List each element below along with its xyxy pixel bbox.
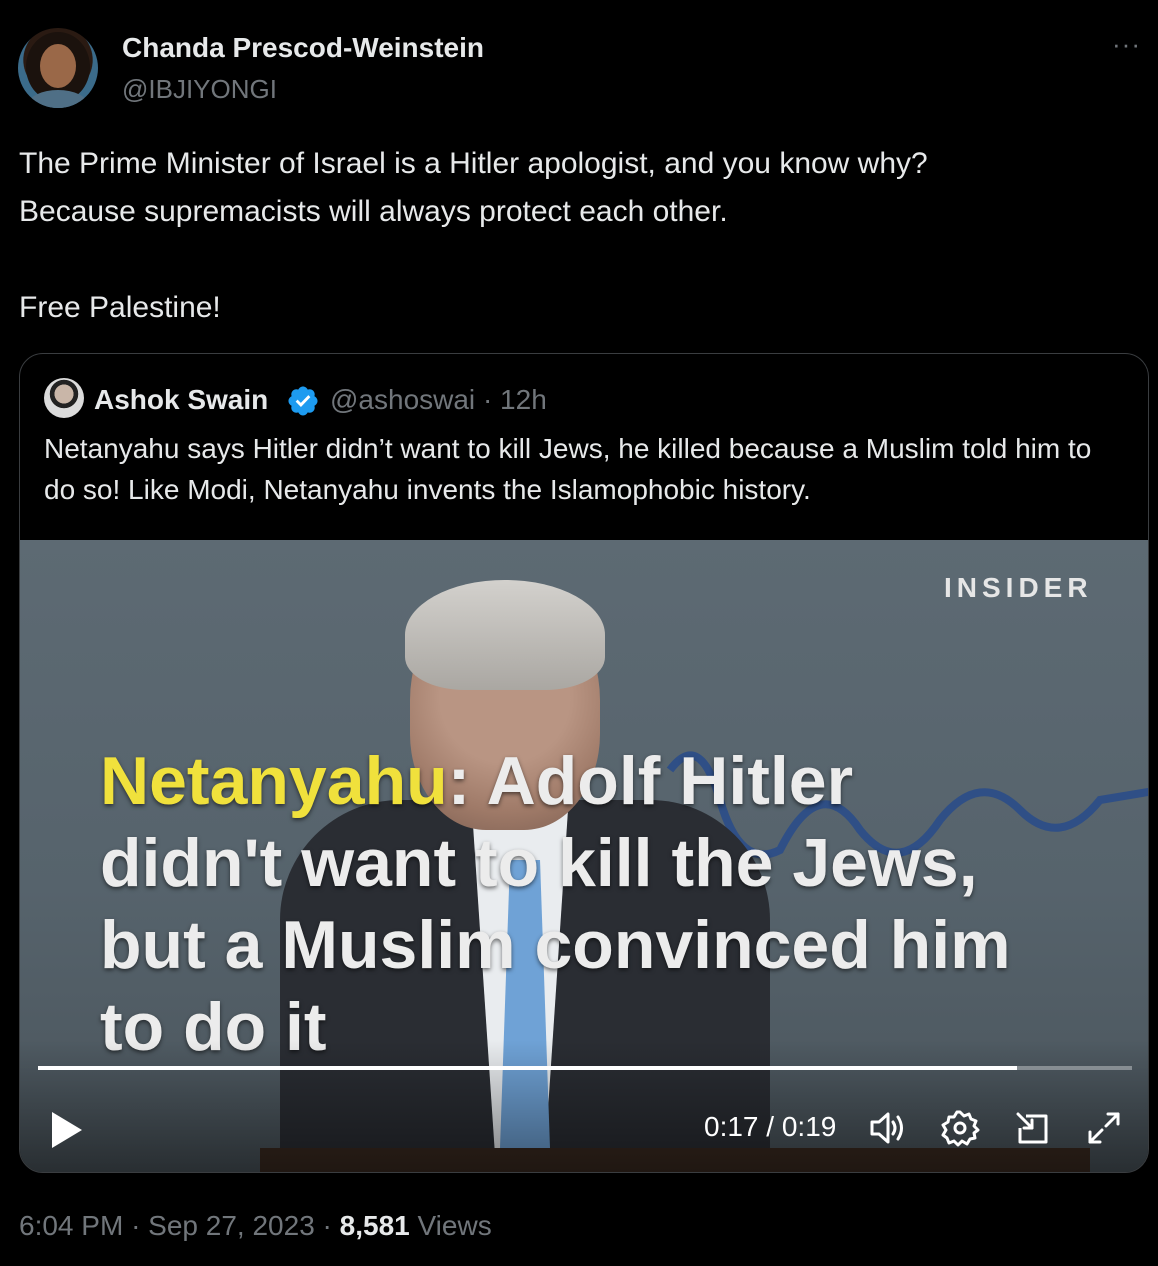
author-handle[interactable]: @IBJIYONGI <box>122 74 277 105</box>
quoted-tweet-text: Netanyahu says Hitler didn’t want to kil… <box>44 433 1092 505</box>
separator-dot: · <box>482 384 493 415</box>
tweet-text: The Prime Minister of Israel is a Hitler… <box>19 140 1119 332</box>
video-time-separator: / <box>758 1111 782 1142</box>
fullscreen-icon[interactable] <box>1084 1108 1124 1148</box>
verified-badge-icon <box>288 386 318 416</box>
tweet-metadata: 6:04 PM · Sep 27, 2023 · 8,581 Views <box>19 1210 492 1242</box>
more-options-button[interactable]: ··· <box>1112 31 1141 57</box>
quoted-tweet[interactable]: Ashok Swain @ashoswai · 12h Netanyahu sa… <box>19 353 1149 1173</box>
speaker-hair <box>405 580 605 690</box>
avatar-face <box>40 44 76 88</box>
controls-shade <box>20 1040 1148 1172</box>
video-caption: Netanyahu: Adolf Hitler didn't want to k… <box>100 740 1050 1068</box>
separator-dot: · <box>322 1210 332 1241</box>
views-count[interactable]: 8,581 <box>340 1210 410 1241</box>
author-name[interactable]: Chanda Prescod-Weinstein <box>122 32 484 64</box>
quoted-author-meta: @ashoswai · 12h <box>330 384 547 416</box>
tweet-text-line: The Prime Minister of Israel is a Hitler… <box>19 147 928 180</box>
tweet-text-line: Because supremacists will always protect… <box>19 195 728 228</box>
video-player[interactable]: INSIDER Netanyahu: Adolf Hitler didn't w… <box>20 540 1148 1172</box>
video-time: 0:17 / 0:19 <box>704 1111 836 1143</box>
volume-icon[interactable] <box>868 1108 908 1148</box>
video-duration: 0:19 <box>781 1111 837 1142</box>
quoted-author-handle[interactable]: @ashoswai <box>330 384 475 415</box>
views-label: Views <box>417 1210 492 1241</box>
gear-icon[interactable] <box>940 1108 980 1148</box>
video-brand-logo: INSIDER <box>944 572 1093 603</box>
tweet-text-line: Free Palestine! <box>19 291 221 324</box>
video-caption-highlight: Netanyahu <box>100 743 448 819</box>
author-avatar[interactable] <box>18 28 98 108</box>
tweet-time[interactable]: 6:04 PM <box>19 1210 123 1241</box>
tweet-date[interactable]: Sep 27, 2023 <box>148 1210 315 1241</box>
video-progress-bar[interactable] <box>38 1066 1132 1070</box>
video-current-time: 0:17 <box>704 1111 759 1142</box>
play-icon[interactable] <box>46 1108 86 1152</box>
picture-in-picture-icon[interactable] <box>1012 1108 1052 1148</box>
separator-dot: · <box>131 1210 141 1241</box>
quoted-author-avatar[interactable] <box>44 378 84 418</box>
video-progress-fill <box>38 1066 1017 1070</box>
quoted-tweet-age[interactable]: 12h <box>500 384 547 415</box>
quoted-author-name[interactable]: Ashok Swain <box>94 384 268 416</box>
